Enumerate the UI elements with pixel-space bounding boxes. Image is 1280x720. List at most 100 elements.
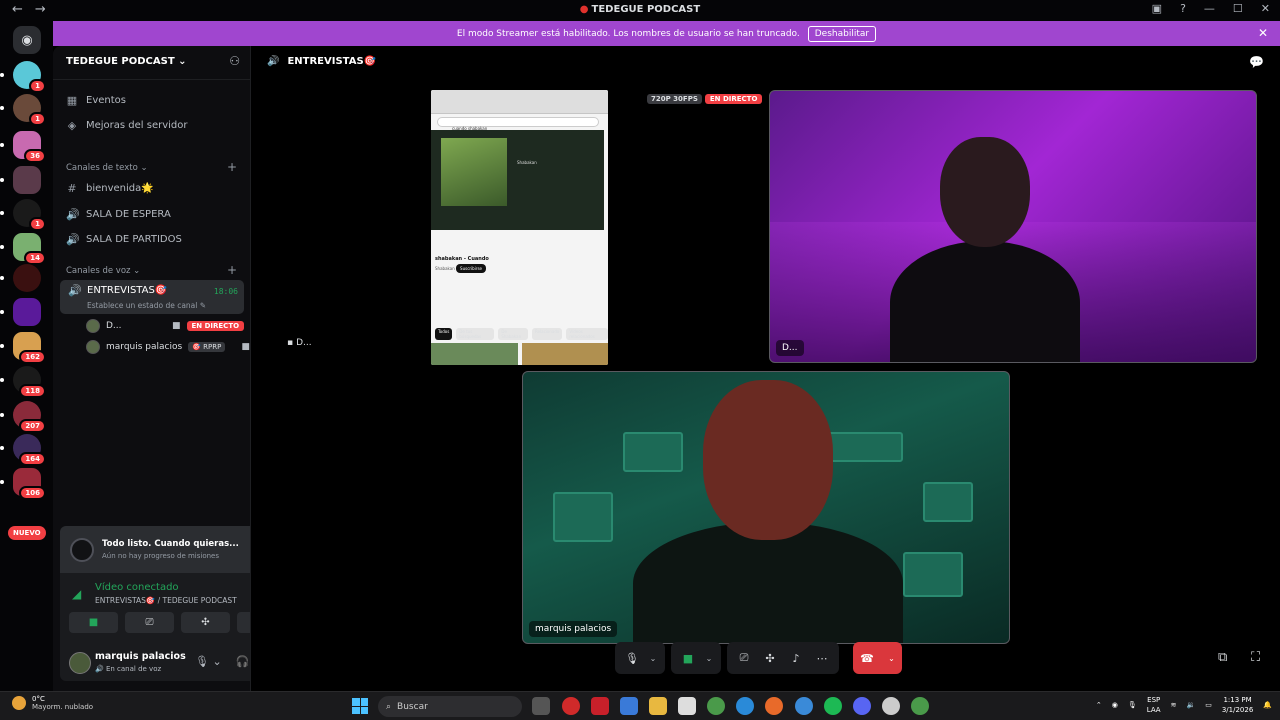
sidebar-item-boosts[interactable]: ◈ Mejoras del servidor — [66, 119, 188, 132]
hash-icon: # — [67, 182, 77, 195]
help-icon[interactable]: ? — [1180, 2, 1186, 15]
activities-icon[interactable]: ✣ — [757, 645, 783, 671]
voice-timer: 18:06 — [213, 287, 238, 296]
connection-channel[interactable]: ENTREVISTAS🎯 / TEDEGUE PODCAST — [95, 596, 237, 605]
new-badge[interactable]: NUEVO — [8, 526, 46, 540]
channel-sala-de-espera[interactable]: 🔊 SALA DE ESPERA — [66, 208, 171, 221]
server-badge: 1 — [29, 112, 46, 126]
screen-share-button[interactable]: ⎚ — [125, 612, 174, 633]
close-window-button[interactable]: ✕ — [1261, 2, 1270, 15]
avatar[interactable] — [69, 652, 91, 674]
acrobat-icon[interactable] — [591, 697, 609, 715]
clock[interactable]: 1:13 PM 3/1/2026 — [1222, 695, 1253, 715]
maximize-button[interactable]: ☐ — [1233, 2, 1243, 15]
voice-channels-category[interactable]: Canales de voz ⌄ — [66, 266, 140, 276]
voice-user[interactable]: D... ■ EN DIRECTO — [86, 319, 245, 333]
server-icon[interactable]: 36 — [0, 131, 46, 163]
microphone-icon[interactable]: 🎙 — [619, 645, 645, 671]
participant-video-tile[interactable]: marquis palacios — [522, 371, 1010, 644]
screen-share-tile[interactable]: cuando shabakan Shabakan shabakan - Cuan… — [431, 90, 608, 365]
active-voice-channel[interactable]: 🔊 ENTREVISTAS🎯 Establece un estado de ca… — [60, 280, 244, 314]
participant-video-tile[interactable]: D... — [769, 90, 1257, 363]
app-icon[interactable] — [882, 697, 900, 715]
inbox-icon[interactable]: ▣ — [1152, 2, 1162, 15]
phone-hangup-icon: ☎ — [860, 651, 874, 665]
discord-home-icon[interactable]: ◉ — [13, 26, 41, 54]
camera-button[interactable]: ■ — [69, 612, 118, 633]
app-icon[interactable] — [620, 697, 638, 715]
close-icon[interactable]: ✕ — [1258, 26, 1268, 40]
chrome-icon[interactable] — [707, 697, 725, 715]
add-channel-icon[interactable]: + — [227, 263, 237, 277]
video-info: shabakan - Cuando Shabakan Suscribirse — [435, 240, 604, 273]
server-badge: 162 — [19, 350, 46, 364]
server-name: TEDEGUE PODCAST ⌄ — [66, 56, 187, 67]
camera-icon[interactable]: ■ — [675, 645, 701, 671]
taskbar-search[interactable]: ⌕ Buscar — [378, 696, 522, 717]
server-header[interactable]: TEDEGUE PODCAST ⌄ ⚇ — [53, 46, 250, 80]
invite-icon[interactable]: ⚇ — [229, 54, 240, 68]
participant-name-tag: D... — [776, 340, 804, 356]
app-icon[interactable] — [795, 697, 813, 715]
battery-icon[interactable]: ▭ — [1205, 701, 1212, 709]
volume-icon[interactable]: 🔉 — [1186, 701, 1195, 709]
discord-icon[interactable] — [853, 697, 871, 715]
server-icon[interactable] — [0, 298, 41, 326]
server-icon[interactable]: 14 — [0, 233, 46, 265]
language-indicator[interactable]: ESP LAA — [1147, 695, 1161, 715]
voice-user[interactable]: marquis palacios 🎯 RPRP ■ — [86, 340, 250, 354]
weather-widget[interactable]: 0°C Mayorm. nublado — [12, 695, 93, 711]
server-icon[interactable] — [0, 264, 41, 292]
server-icon[interactable]: 1 — [0, 61, 46, 93]
fullscreen-icon[interactable]: ⛶ — [1251, 650, 1260, 665]
server-icon[interactable] — [0, 166, 41, 194]
server-badge: 36 — [24, 149, 46, 163]
windows-start-icon[interactable] — [352, 698, 368, 714]
soundboard-icon[interactable]: ♪ — [783, 645, 809, 671]
system-tray: ⌃ ◉ 🎙 ESP LAA ≋ 🔉 ▭ 1:13 PM 3/1/2026 🔔 — [1096, 695, 1272, 715]
server-icon[interactable]: 1 — [0, 199, 46, 231]
channel-sala-de-partidos[interactable]: 🔊 SALA DE PARTIDOS — [66, 233, 182, 246]
stream-badges: 720P 30FPS EN DIRECTO — [647, 94, 763, 104]
user-name[interactable]: marquis palacios — [95, 651, 186, 662]
screen-share-icon[interactable]: ⎚ — [731, 645, 757, 671]
server-icon[interactable]: 162 — [0, 332, 46, 364]
opera-icon[interactable] — [562, 697, 580, 715]
server-icon[interactable]: 106 — [0, 468, 46, 500]
server-icon[interactable]: 164 — [0, 434, 46, 466]
signal-icon[interactable]: ◢ — [72, 587, 81, 601]
wifi-icon[interactable]: ≋ — [1171, 701, 1177, 709]
call-control-bar: 🎙 ⌄ ■ ⌄ ⎚ ✣ ♪ ⋯ ☎ ⌄ — [615, 642, 902, 674]
server-icon[interactable]: 207 — [0, 401, 46, 433]
activities-button[interactable]: ✣ — [181, 612, 230, 633]
chrome-icon[interactable] — [911, 697, 929, 715]
popout-icon[interactable]: ⧉ — [1218, 650, 1227, 665]
spotify-icon[interactable] — [824, 697, 842, 715]
avatar — [86, 340, 100, 354]
chevron-up-icon[interactable]: ⌃ — [1096, 701, 1102, 709]
chat-bubble-icon[interactable]: 💬 — [1249, 55, 1264, 69]
channel-status-prompt[interactable]: Establece un estado de canal ✎ — [87, 301, 206, 310]
file-explorer-icon[interactable] — [649, 697, 667, 715]
tray-app-icon[interactable]: ◉ — [1112, 701, 1118, 709]
disable-streamer-button[interactable]: Deshabilitar — [807, 25, 877, 42]
microphone-icon[interactable]: 🎙 — [1128, 701, 1137, 709]
notification-bell-icon[interactable]: 🔔 — [1263, 701, 1272, 709]
video-channel-row: Shabakan Suscribirse — [435, 264, 604, 273]
more-icon[interactable]: ⋯ — [809, 645, 835, 671]
task-view-icon[interactable] — [532, 697, 550, 715]
minimize-button[interactable]: — — [1204, 2, 1215, 15]
chevron-down-icon[interactable]: ⌄ — [645, 645, 661, 671]
server-icon[interactable]: 1 — [0, 94, 46, 126]
microphone-icon[interactable]: 🎙 ⌄ — [195, 655, 222, 668]
chevron-down-icon[interactable]: ⌄ — [701, 645, 717, 671]
sidebar-item-events[interactable]: ▦ Eventos — [66, 94, 126, 107]
disconnect-button[interactable]: ☎ ⌄ — [853, 642, 902, 674]
server-icon[interactable]: 118 — [0, 366, 46, 398]
add-channel-icon[interactable]: + — [227, 160, 237, 174]
store-icon[interactable] — [678, 697, 696, 715]
text-channels-category[interactable]: Canales de texto ⌄ — [66, 163, 148, 173]
firefox-icon[interactable] — [765, 697, 783, 715]
edge-icon[interactable] — [736, 697, 754, 715]
channel-bienvenida[interactable]: # bienvenida🌟 — [66, 182, 153, 195]
